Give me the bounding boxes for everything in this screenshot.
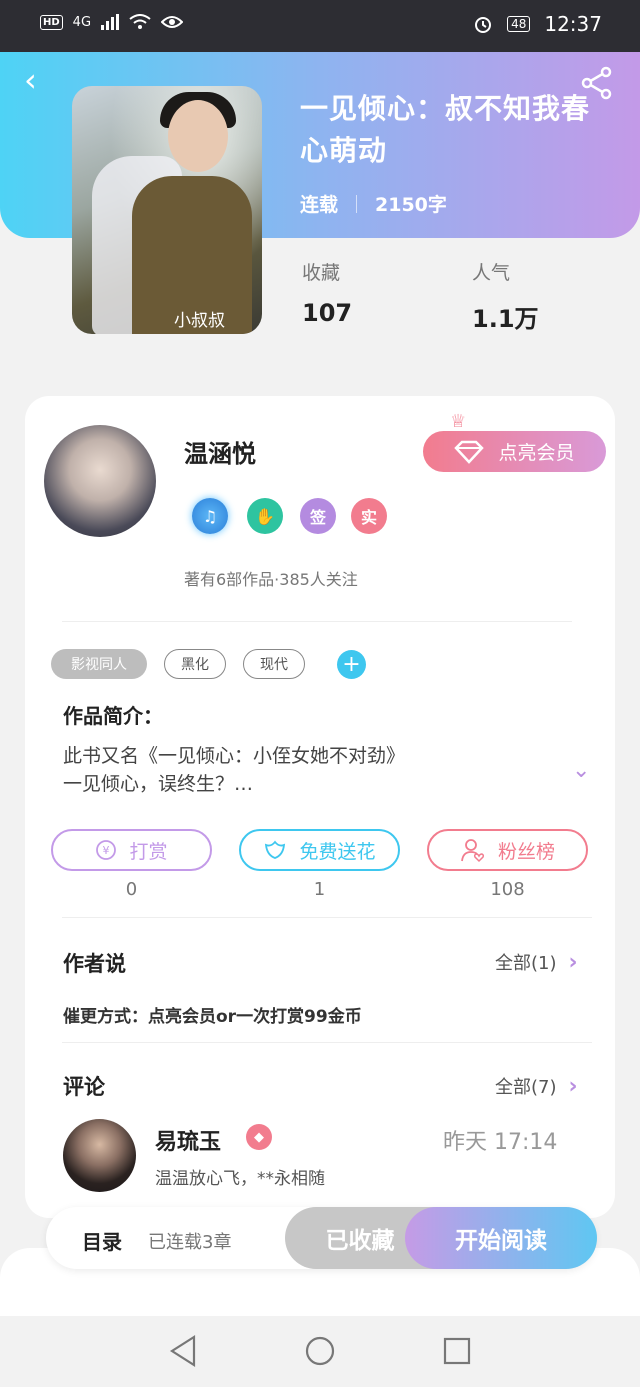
- wifi-icon: [129, 14, 151, 29]
- toc-button[interactable]: 目录: [82, 1226, 122, 1255]
- signal-icon: [101, 14, 120, 30]
- flower-label: 免费送花: [299, 840, 376, 863]
- comments-all-link[interactable]: 全部(7) ›: [495, 1073, 578, 1099]
- handshake-badge-icon[interactable]: ✋: [247, 498, 283, 534]
- fans-rank-button[interactable]: 粉丝榜: [427, 829, 588, 871]
- network-label: 4G: [72, 14, 92, 30]
- verified-badge[interactable]: 实: [351, 498, 387, 534]
- comment-time: 昨天 17:14: [443, 1130, 558, 1155]
- favorites-stat: 收藏 107: [302, 258, 352, 327]
- chevron-down-icon[interactable]: ⌄: [572, 758, 590, 783]
- favorites-value: 107: [302, 299, 353, 327]
- fans-rank-label: 粉丝榜: [497, 840, 555, 863]
- author-says-all-link[interactable]: 全部(1) ›: [495, 949, 578, 975]
- coin-icon: ¥: [96, 840, 117, 860]
- book-title: 一见倾心：叔不知我春心萌动: [300, 92, 591, 167]
- commenter-name[interactable]: 易琉玉: [155, 1124, 221, 1156]
- tip-button[interactable]: ¥ 打赏: [51, 829, 212, 871]
- status-bar: HD 4G 48 12:37: [0, 0, 640, 52]
- flower-button[interactable]: 免费送花: [239, 829, 400, 871]
- comments-heading: 评论: [63, 1075, 105, 1099]
- chevron-right-icon: ›: [568, 1073, 578, 1099]
- author-name[interactable]: 温涵悦: [184, 434, 256, 469]
- alarm-icon: [475, 17, 492, 33]
- nav-back-icon[interactable]: [168, 1334, 198, 1368]
- back-icon[interactable]: ‹: [24, 64, 37, 96]
- clock: 12:37: [544, 12, 602, 36]
- svg-text:¥: ¥: [103, 844, 110, 857]
- intro-line-1: 此书又名《一见倾心：小侄女她不对劲》: [63, 745, 406, 767]
- divider: [62, 621, 572, 622]
- nav-home-icon[interactable]: [304, 1334, 336, 1368]
- eye-icon: [161, 16, 184, 28]
- comments-all-label: 全部(7): [495, 1077, 557, 1098]
- book-cover[interactable]: 小叔叔: [72, 86, 262, 334]
- crown-icon: ♕: [450, 411, 467, 432]
- battery-icon: 48: [507, 16, 531, 32]
- intro-line-2: 一见倾心，误终生？…: [63, 773, 254, 795]
- chevron-right-icon: ›: [568, 949, 578, 975]
- commenter-avatar[interactable]: [63, 1119, 136, 1192]
- author-says-all-label: 全部(1): [495, 953, 557, 974]
- flower-count: 1: [313, 879, 326, 900]
- vip-button[interactable]: 点亮会员: [423, 431, 606, 472]
- book-meta: 连载 2150字: [300, 190, 447, 217]
- author-works: 著有6部作品·385人关注: [184, 570, 358, 589]
- start-reading-button[interactable]: 开始阅读: [405, 1207, 597, 1269]
- chapter-count[interactable]: 已连载3章: [148, 1228, 231, 1254]
- popularity-label: 人气: [472, 262, 511, 284]
- author-says-text: 催更方式：点亮会员or一次打赏99金币: [63, 1007, 362, 1027]
- music-badge-icon[interactable]: ♫: [192, 498, 228, 534]
- tip-count: 0: [125, 879, 138, 900]
- flower-icon: [265, 840, 286, 859]
- vip-diamond-icon: ◆: [246, 1124, 272, 1150]
- hd-icon: HD: [40, 14, 63, 30]
- user-heart-icon: [461, 839, 485, 863]
- popularity-value: 1.1万: [472, 305, 539, 333]
- nav-recents-icon[interactable]: [442, 1334, 472, 1368]
- add-tag-button[interactable]: +: [337, 650, 366, 679]
- comment-text[interactable]: 温温放心飞，**永相随: [155, 1164, 325, 1189]
- intro-text[interactable]: 此书又名《一见倾心：小侄女她不对劲》 一见倾心，误终生？…: [63, 742, 563, 798]
- tip-label: 打赏: [129, 840, 168, 863]
- vip-button-label: 点亮会员: [498, 442, 575, 464]
- favorites-label: 收藏: [302, 262, 341, 284]
- popularity-stat: 人气 1.1万: [472, 258, 539, 334]
- tag-item[interactable]: 影视同人: [51, 649, 147, 679]
- divider: [62, 917, 592, 918]
- cover-label: 小叔叔: [174, 311, 225, 331]
- author-says-heading: 作者说: [63, 952, 126, 976]
- tag-item[interactable]: 黑化: [164, 649, 226, 679]
- diamond-icon: [454, 440, 485, 464]
- intro-heading: 作品简介：: [63, 704, 163, 728]
- tag-item[interactable]: 现代: [243, 649, 305, 679]
- book-state: 连载: [300, 194, 339, 216]
- divider: [62, 1042, 592, 1043]
- sign-badge[interactable]: 签: [300, 498, 336, 534]
- book-words: 2150字: [375, 194, 447, 216]
- author-avatar[interactable]: [44, 425, 156, 537]
- fans-count: 108: [490, 879, 525, 900]
